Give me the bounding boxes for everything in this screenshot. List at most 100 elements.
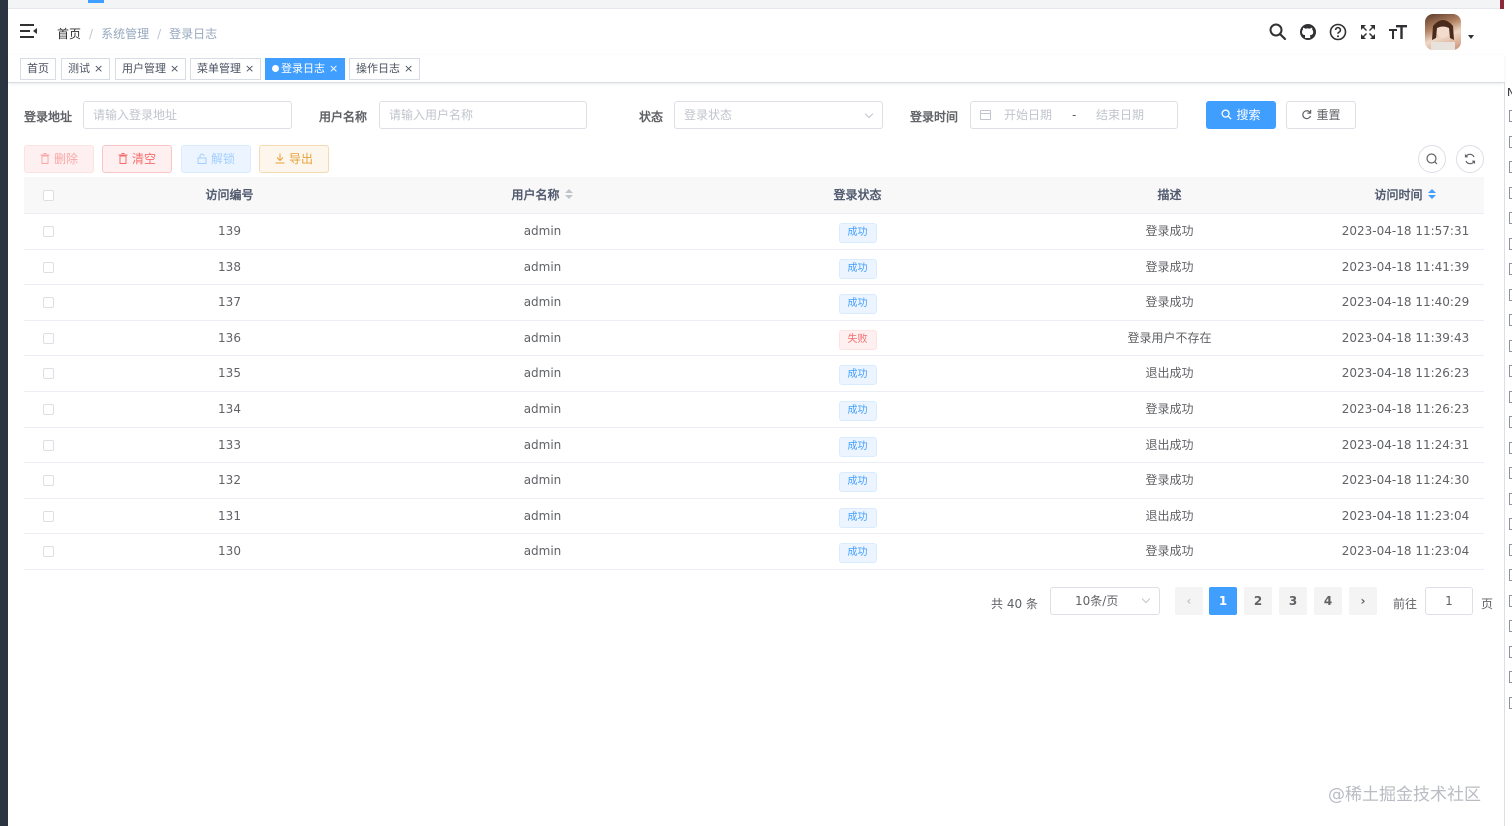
cell-status: 成功: [703, 250, 1012, 285]
cell-time: 2023-04-18 11:57:31: [1341, 224, 1470, 238]
status-badge: 成功: [838, 294, 877, 315]
page-number[interactable]: 2: [1244, 587, 1272, 615]
app-main: 首页 / 系统管理 / 登录日志 首页 测试 × 用户管理 × 菜单管理 × 登…: [8, 9, 1504, 826]
download-icon: [275, 152, 289, 166]
tag-label: 首页: [27, 62, 49, 75]
tag-user-management[interactable]: 用户管理 ×: [115, 58, 187, 80]
sort-icon[interactable]: [564, 189, 574, 201]
tag-label: 用户管理: [122, 62, 166, 75]
page-size-select[interactable]: 10条/页: [1050, 587, 1160, 615]
font-size-icon[interactable]: [1388, 22, 1408, 42]
status-badge: 成功: [838, 223, 877, 243]
cell-status: 成功: [703, 392, 1012, 427]
row-checkbox[interactable]: [43, 439, 54, 451]
cell-status: 成功: [703, 285, 1012, 320]
row-checkbox[interactable]: [43, 226, 54, 237]
close-icon[interactable]: ×: [329, 62, 338, 75]
cell-id: 132: [218, 473, 241, 488]
tag-menu-management[interactable]: 菜单管理 ×: [190, 58, 262, 80]
close-icon[interactable]: ×: [170, 62, 179, 75]
column-header-status: 登录状态: [833, 188, 882, 202]
cell-username: admin: [523, 437, 562, 452]
unlock-button-label: 解锁: [210, 152, 235, 166]
row-checkbox[interactable]: [43, 546, 54, 558]
page-number[interactable]: 4: [1314, 587, 1342, 615]
close-icon[interactable]: ×: [245, 62, 254, 75]
reset-button[interactable]: 重置: [1286, 101, 1356, 129]
question-circle-icon[interactable]: [1328, 22, 1348, 42]
row-checkbox[interactable]: [43, 261, 54, 273]
column-header-username[interactable]: 用户名称: [382, 177, 703, 214]
cell-desc: 登录成功: [1145, 544, 1194, 559]
sort-icon[interactable]: [1427, 189, 1437, 201]
cell-username: admin: [523, 401, 562, 416]
row-checkbox[interactable]: [43, 475, 54, 487]
breadcrumb-separator: /: [89, 26, 94, 41]
login-time-range[interactable]: 开始日期 - 结束日期: [970, 101, 1178, 129]
column-header-time[interactable]: 访问时间: [1327, 177, 1484, 214]
row-checkbox[interactable]: [43, 403, 54, 415]
cell-desc: 登录成功: [1145, 224, 1194, 238]
table-row: 132 admin 成功 登录成功 2023-04-18 11:24:30: [24, 463, 1484, 499]
chevron-down-icon[interactable]: [1468, 35, 1474, 39]
cell-desc: 退出成功: [1145, 366, 1194, 381]
next-page-button[interactable]: ›: [1349, 587, 1377, 615]
refresh-table-button[interactable]: [1456, 145, 1484, 173]
page-number[interactable]: 1: [1209, 587, 1237, 615]
cell-status: 成功: [703, 463, 1012, 498]
page-number[interactable]: 3: [1279, 587, 1307, 615]
hamburger-fold-icon[interactable]: [20, 23, 38, 39]
trash-icon: [40, 152, 54, 166]
row-checkbox[interactable]: [43, 510, 54, 522]
tag-test[interactable]: 测试 ×: [61, 58, 111, 80]
fullscreen-icon[interactable]: [1358, 22, 1378, 42]
cell-id: 131: [218, 508, 241, 523]
user-avatar[interactable]: [1425, 14, 1461, 50]
start-date-placeholder[interactable]: 开始日期: [1004, 102, 1052, 128]
goto-page-input[interactable]: 1: [1425, 587, 1473, 615]
unlock-button[interactable]: 解锁: [181, 145, 251, 173]
prev-page-button[interactable]: ‹: [1175, 587, 1203, 615]
github-icon[interactable]: [1298, 22, 1318, 42]
login-log-table: 访问编号 用户名称 登录状态 描述 访问时间 139 admin 成功 登录成功 202…: [24, 177, 1484, 570]
ipaddr-input[interactable]: 请输入登录地址: [83, 101, 292, 129]
search-icon[interactable]: [1268, 22, 1288, 42]
tag-home[interactable]: 首页: [20, 58, 56, 80]
table-row: 136 admin 失败 登录用户不存在 2023-04-18 11:39:43: [24, 321, 1484, 357]
end-date-placeholder[interactable]: 结束日期: [1096, 102, 1144, 128]
tag-operation-log[interactable]: 操作日志 ×: [349, 58, 421, 80]
row-checkbox[interactable]: [43, 332, 54, 344]
table-row: 137 admin 成功 登录成功 2023-04-18 11:40:29: [24, 285, 1484, 321]
login-time-label: 登录时间: [910, 110, 959, 124]
clear-button-label: 清空: [131, 152, 156, 166]
cell-id: 133: [218, 437, 241, 452]
row-checkbox[interactable]: [43, 297, 54, 309]
cell-status: 成功: [703, 499, 1012, 534]
close-icon[interactable]: ×: [94, 62, 103, 75]
tag-label: 菜单管理: [197, 62, 241, 75]
row-checkbox[interactable]: [43, 368, 54, 380]
username-input[interactable]: 请输入用户名称: [379, 101, 587, 129]
close-icon[interactable]: ×: [404, 62, 413, 75]
tag-login-log[interactable]: 登录日志 ×: [265, 58, 346, 80]
column-header-id: 访问编号: [205, 188, 254, 202]
status-badge: 成功: [838, 543, 877, 564]
cell-id: 137: [218, 295, 241, 310]
cell-username: admin: [523, 508, 562, 523]
status-label: 状态: [639, 110, 664, 124]
select-all-checkbox[interactable]: [43, 190, 54, 201]
table-row: 139 admin 成功 登录成功 2023-04-18 11:57:31: [24, 214, 1484, 250]
breadcrumb-item-home[interactable]: 首页: [57, 25, 81, 42]
toggle-search-button[interactable]: [1418, 145, 1446, 173]
search-button[interactable]: 搜索: [1206, 101, 1276, 129]
tags-view: 首页 测试 × 用户管理 × 菜单管理 × 登录日志 × 操作日志 ×: [8, 55, 1504, 83]
refresh-icon: [1464, 153, 1476, 165]
clear-button[interactable]: 清空: [102, 145, 172, 173]
status-badge: 成功: [838, 365, 877, 386]
export-button[interactable]: 导出: [259, 145, 329, 173]
search-button-label: 搜索: [1236, 108, 1261, 122]
cell-status: 失败: [703, 321, 1012, 356]
status-select[interactable]: 登录状态: [674, 101, 883, 129]
breadcrumb: 首页 / 系统管理 / 登录日志: [57, 25, 217, 42]
delete-button[interactable]: 删除: [24, 145, 94, 173]
